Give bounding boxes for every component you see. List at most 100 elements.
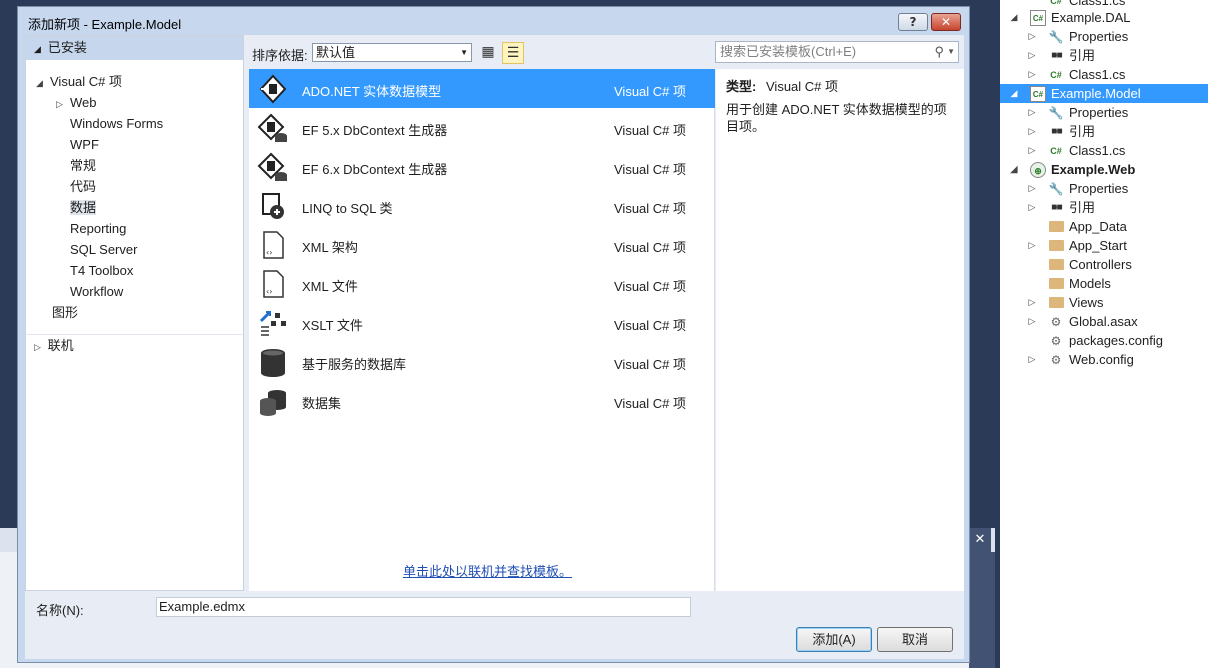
expand-arrow-icon[interactable]: ▷: [1027, 236, 1037, 255]
sort-label: 排序依据:: [252, 48, 308, 63]
list-view-icon[interactable]: ☰: [502, 42, 524, 64]
sort-dropdown[interactable]: 默认值 ▼: [312, 43, 472, 62]
expand-arrow-icon[interactable]: ▷: [34, 336, 44, 358]
template-item[interactable]: ADO.NET 实体数据模型 Visual C# 项: [249, 69, 715, 108]
solution-item[interactable]: ▷ 🔧 Properties: [1000, 103, 1208, 122]
dialog-title: 添加新项 - Example.Model: [28, 17, 182, 32]
expand-arrow-icon[interactable]: ◢: [1009, 160, 1019, 179]
solution-item[interactable]: ▷ 🔧 Properties: [1000, 27, 1208, 46]
installed-section[interactable]: ◢ 已安装: [26, 36, 243, 60]
solution-item-label: Example.Model: [1051, 86, 1141, 101]
solution-item[interactable]: ▷ ⚙ Web.config: [1000, 350, 1208, 369]
expand-arrow-icon[interactable]: ▷: [1027, 65, 1037, 84]
grid-view-icon[interactable]: ▦: [477, 42, 499, 64]
dialog-title-bar[interactable]: 添加新项 - Example.Model ? ✕: [18, 7, 969, 35]
solution-item[interactable]: ▷ App_Start: [1000, 236, 1208, 255]
expand-arrow-icon[interactable]: ▷: [1027, 103, 1037, 122]
tree-item-t4-toolbox[interactable]: T4 Toolbox: [70, 261, 133, 281]
online-label: 联机: [47, 338, 74, 353]
solution-item[interactable]: ▷ Views: [1000, 293, 1208, 312]
folder-icon: [1049, 259, 1064, 270]
config-file-icon: ⚙: [1050, 353, 1062, 367]
ide-panel-close-icon[interactable]: ✕: [969, 528, 991, 552]
tree-item-label: WPF: [70, 137, 99, 152]
template-item[interactable]: XSLT 文件 Visual C# 项: [249, 303, 715, 342]
wrench-icon: 🔧: [1048, 30, 1064, 44]
tree-item-graphics[interactable]: 图形: [52, 303, 78, 323]
template-item[interactable]: ‹› XML 文件 Visual C# 项: [249, 264, 715, 303]
expand-arrow-icon[interactable]: ▷: [1027, 293, 1037, 312]
dataset-icon: [260, 390, 286, 416]
tree-item-label: 代码: [70, 179, 97, 194]
solution-project-model[interactable]: ◢ C# Example.Model: [1000, 84, 1208, 103]
solution-item[interactable]: ▷ ⚙ Global.asax: [1000, 312, 1208, 331]
expand-arrow-icon[interactable]: ◢: [1009, 8, 1019, 27]
folder-icon: [1049, 278, 1064, 289]
expand-arrow-icon[interactable]: ▷: [1027, 350, 1037, 369]
template-language: Visual C# 项: [614, 357, 687, 372]
template-item[interactable]: LINQ to SQL 类 Visual C# 项: [249, 186, 715, 225]
solution-item[interactable]: ▷ ■-■ 引用: [1000, 122, 1208, 141]
solution-item[interactable]: ▷ ■-■ 引用: [1000, 198, 1208, 217]
close-button[interactable]: ✕: [931, 13, 961, 31]
web-project-icon: ⊕: [1030, 162, 1046, 178]
tree-item-windows-forms[interactable]: Windows Forms: [70, 114, 163, 134]
tree-item-reporting[interactable]: Reporting: [70, 219, 126, 239]
expand-arrow-icon[interactable]: ▷: [1027, 27, 1037, 46]
solution-item-label: Web.config: [1069, 352, 1134, 367]
search-icon[interactable]: ⚲: [934, 42, 944, 62]
help-button[interactable]: ?: [898, 13, 928, 31]
solution-item-label: Example.Web: [1051, 162, 1136, 177]
expand-arrow-icon[interactable]: ▷: [1027, 198, 1037, 217]
expand-arrow-icon[interactable]: ▷: [1027, 141, 1037, 160]
online-section[interactable]: ▷ 联机: [26, 334, 243, 356]
description-panel: 类型: Visual C# 项 用于创建 ADO.NET 实体数据模型的项目项。: [716, 69, 964, 591]
template-item[interactable]: 基于服务的数据库 Visual C# 项: [249, 342, 715, 381]
template-item[interactable]: EF 5.x DbContext 生成器 Visual C# 项: [249, 108, 715, 147]
solution-item-label: Properties: [1069, 105, 1129, 120]
add-button[interactable]: 添加(A): [796, 627, 872, 652]
tree-item-general[interactable]: 常规: [70, 156, 96, 176]
solution-item[interactable]: Models: [1000, 274, 1208, 293]
search-input[interactable]: 搜索已安装模板(Ctrl+E) ⚲ ▼: [715, 41, 959, 63]
solution-item[interactable]: ▷ 🔧 Properties: [1000, 179, 1208, 198]
expand-arrow-icon[interactable]: ▷: [1027, 122, 1037, 141]
tree-item-web[interactable]: ▷ Web: [56, 93, 97, 113]
expand-arrow-icon[interactable]: ▷: [1027, 179, 1037, 198]
template-item[interactable]: EF 6.x DbContext 生成器 Visual C# 项: [249, 147, 715, 186]
template-item[interactable]: ‹› XML 架构 Visual C# 项: [249, 225, 715, 264]
expand-arrow-icon[interactable]: ▷: [1027, 46, 1037, 65]
expand-arrow-icon[interactable]: ▷: [1027, 312, 1037, 331]
solution-item[interactable]: ⚙ packages.config: [1000, 331, 1208, 350]
solution-item[interactable]: ▷ ■-■ 引用: [1000, 46, 1208, 65]
solution-item[interactable]: ▷ C# Class1.cs: [1000, 65, 1208, 84]
collapse-arrow-icon[interactable]: ◢: [34, 38, 44, 62]
cs-file-icon: C#: [1050, 146, 1062, 156]
find-templates-online-link[interactable]: 单击此处以联机并查找模板。: [403, 561, 572, 580]
template-language: Visual C# 项: [614, 318, 687, 333]
solution-item[interactable]: Controllers: [1000, 255, 1208, 274]
cancel-button[interactable]: 取消: [877, 627, 953, 652]
name-field[interactable]: Example.edmx: [156, 597, 691, 617]
solution-item-label: Models: [1069, 276, 1111, 291]
xml-file-icon: ‹›: [263, 270, 284, 298]
solution-project-web[interactable]: ◢ ⊕ Example.Web: [1000, 160, 1208, 179]
tree-item-sql-server[interactable]: SQL Server: [70, 240, 137, 260]
solution-project-dal[interactable]: ◢ C# Example.DAL: [1000, 8, 1208, 27]
tree-item-code[interactable]: 代码: [70, 177, 96, 197]
template-name: LINQ to SQL 类: [302, 201, 393, 216]
tree-item-visual-csharp[interactable]: ◢ Visual C# 项: [36, 72, 122, 92]
tree-item-label: 常规: [70, 158, 97, 173]
expand-arrow-icon[interactable]: ▷: [56, 94, 70, 114]
solution-item-label: Class1.cs: [1069, 67, 1126, 82]
solution-item[interactable]: App_Data: [1000, 217, 1208, 236]
tree-item-wpf[interactable]: WPF: [70, 135, 99, 155]
search-dropdown-icon[interactable]: ▼: [947, 42, 955, 62]
solution-item[interactable]: ▷ C# Class1.cs: [1000, 141, 1208, 160]
template-item[interactable]: 数据集 Visual C# 项: [249, 381, 715, 420]
tree-item-workflow[interactable]: Workflow: [70, 282, 123, 302]
cs-project-icon: C#: [1030, 10, 1046, 26]
collapse-arrow-icon[interactable]: ◢: [36, 73, 50, 93]
expand-arrow-icon[interactable]: ◢: [1009, 84, 1019, 103]
tree-item-data[interactable]: 数据: [70, 198, 97, 218]
